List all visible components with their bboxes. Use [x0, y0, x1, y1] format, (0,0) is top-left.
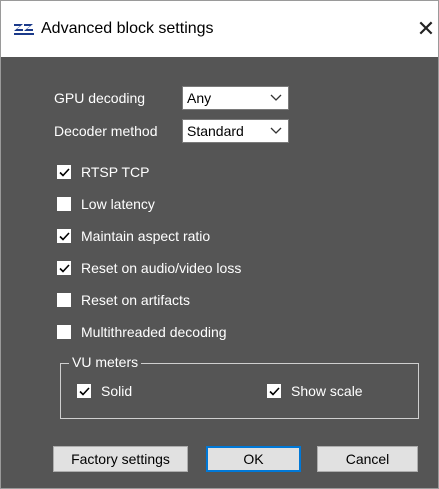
gpu-decoding-label: GPU decoding [54, 90, 146, 106]
vu-meters-legend: VU meters [69, 354, 142, 370]
checkbox-label: Show scale [291, 383, 363, 399]
checkbox-label: Maintain aspect ratio [81, 228, 211, 244]
checkbox-box[interactable] [57, 165, 71, 179]
checkbox-label: Reset on audio/video loss [81, 260, 242, 276]
checkbox-box[interactable] [77, 384, 91, 398]
checkbox-label: Low latency [81, 196, 155, 212]
checkbox-label: Multithreaded decoding [81, 324, 227, 340]
decoder-method-select[interactable]: Standard [182, 119, 289, 143]
checkbox-label: RTSP TCP [81, 164, 150, 180]
dialog-window: Advanced block settings ✕ GPU decoding A… [0, 0, 439, 489]
close-icon[interactable]: ✕ [413, 15, 439, 43]
checkbox-box[interactable] [267, 384, 281, 398]
gpu-decoding-value: Any [187, 90, 212, 106]
gpu-decoding-select[interactable]: Any [182, 86, 289, 110]
factory-settings-button[interactable]: Factory settings [53, 446, 188, 472]
checkmark-icon [59, 264, 70, 273]
checkmark-icon [59, 168, 70, 177]
checkbox-box[interactable] [57, 261, 71, 275]
checkbox-label: Reset on artifacts [81, 292, 190, 308]
decoder-method-value: Standard [187, 123, 244, 139]
window-title: Advanced block settings [41, 20, 214, 37]
checkbox-label: Solid [101, 383, 133, 399]
checkmark-icon [79, 387, 90, 396]
checkbox-box[interactable] [57, 197, 71, 211]
checkbox-box[interactable] [57, 293, 71, 307]
checkmark-icon [59, 232, 70, 241]
chevron-down-icon [270, 127, 282, 134]
chevron-down-icon [270, 94, 282, 101]
checkbox-box[interactable] [57, 229, 71, 243]
checkbox-box[interactable] [57, 325, 71, 339]
ok-button[interactable]: OK [206, 446, 301, 472]
decoder-method-label: Decoder method [54, 123, 158, 139]
title-bar: Advanced block settings ✕ [1, 1, 438, 57]
cancel-button[interactable]: Cancel [317, 446, 418, 472]
checkmark-icon [269, 387, 280, 396]
zz-logo-icon [13, 23, 35, 37]
